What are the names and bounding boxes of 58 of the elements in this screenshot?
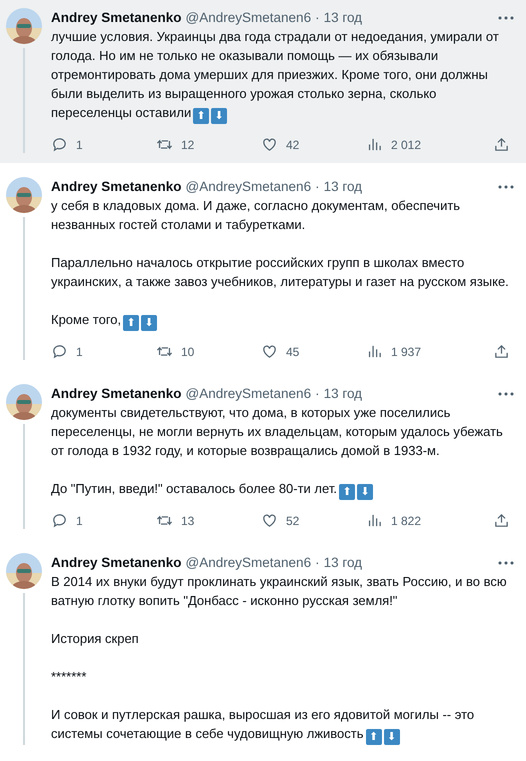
tweet-text: лучшие условия. Украинцы два года страдали от недоедания, умирали от голода. Но им не только не оказывали помощь — их обязывали отремонтировать дома умерших для приезжих. Кроме того, они должны были выделить из выращенного урожая столько зерна, сколько переселенцы оставили ⬆ ⬇ — [51, 28, 500, 124]
more-icon[interactable] — [498, 16, 514, 20]
tweet-text: И совок и путлерская рашка, выросшая из его ядовитой могилы -- это системы сочетающие в себе чудовищную лживость ⬆ ⬇ — [51, 706, 476, 745]
author-name[interactable]: Andrey Smetanenko — [51, 555, 182, 570]
post-time[interactable]: 13 год — [324, 179, 362, 194]
more-icon[interactable] — [498, 392, 514, 396]
heart-icon[interactable] — [261, 136, 278, 153]
tweet-text: документы свидетельствуют, что дома, в которых уже поселились переселенцы, не могли вернуть их владельцам, которым удалось убежать от голода в 1932 году, и которые возвращались домой в 1933-м. — [51, 404, 504, 460]
like-count: 52 — [286, 514, 300, 528]
reply-count: 1 — [76, 514, 83, 528]
tweet-text: До "Путин, введи!" оставалось более 80-ти лет. ⬆ ⬇ — [51, 479, 514, 500]
avatar[interactable] — [6, 384, 42, 420]
share-icon[interactable] — [493, 136, 510, 153]
post-time[interactable]: 13 год — [324, 555, 362, 570]
like-count: 42 — [286, 138, 300, 152]
post-time[interactable]: 13 год — [324, 386, 362, 401]
heart-icon[interactable] — [261, 512, 278, 529]
retweet-count: 13 — [181, 514, 194, 528]
reply-icon[interactable] — [51, 136, 68, 153]
reply-icon[interactable] — [51, 512, 68, 529]
bar-chart-icon[interactable] — [366, 136, 383, 153]
author-name[interactable]: Andrey Smetanenko — [51, 179, 182, 194]
reply-count: 1 — [76, 344, 83, 358]
like-count: 45 — [286, 344, 300, 358]
avatar[interactable] — [6, 177, 42, 213]
author-name[interactable]: Andrey Smetanenko — [51, 10, 182, 25]
author-handle[interactable]: @AndreySmetanen6 — [186, 10, 312, 25]
author-handle[interactable]: @AndreySmetanen6 — [186, 386, 312, 401]
share-icon[interactable] — [493, 512, 510, 529]
retweet-count: 10 — [181, 344, 194, 358]
separator-dot: · — [315, 10, 320, 25]
author-handle[interactable]: @AndreySmetanen6 — [186, 179, 312, 194]
view-count: 1 937 — [391, 344, 422, 358]
reply-icon[interactable] — [51, 343, 68, 360]
tweet-text: у себя в кладовых дома. И даже, согласно документам, обеспечить незванных гостей столами и табуретками. — [51, 197, 462, 234]
view-count: 2 012 — [391, 138, 422, 152]
avatar[interactable] — [6, 553, 42, 589]
tweet-text: В 2014 их внуки будут проклинать украинский язык, звать Россию, и во всю ватную глотку вопить "Донбасс - исконно русская земля!" — [51, 573, 508, 610]
bar-chart-icon[interactable] — [366, 343, 383, 360]
author-handle[interactable]: @AndreySmetanen6 — [186, 555, 312, 570]
tweet-text: История скреп — [51, 630, 140, 648]
share-icon[interactable] — [493, 343, 510, 360]
separator-dot: · — [315, 386, 320, 401]
heart-icon[interactable] — [261, 343, 278, 360]
more-icon[interactable] — [498, 560, 514, 564]
separator-dot: · — [315, 555, 320, 570]
tweet-text: Кроме того, ⬆ ⬇ — [51, 310, 514, 331]
author-name[interactable]: Andrey Smetanenko — [51, 386, 182, 401]
more-icon[interactable] — [498, 184, 514, 188]
bar-chart-icon[interactable] — [366, 512, 383, 529]
separator-dot: · — [315, 179, 320, 194]
tweet-text: ******* — [51, 668, 88, 686]
reply-count: 1 — [76, 138, 83, 152]
avatar[interactable] — [6, 8, 42, 44]
view-count: 1 822 — [391, 514, 422, 528]
tweet-text: Параллельно началось открытие российских групп в школах вместо украинских, а также завоз учебников, литературы и газет на русском языке. — [51, 254, 510, 291]
retweet-count: 12 — [181, 138, 194, 152]
post-time[interactable]: 13 год — [324, 10, 362, 25]
